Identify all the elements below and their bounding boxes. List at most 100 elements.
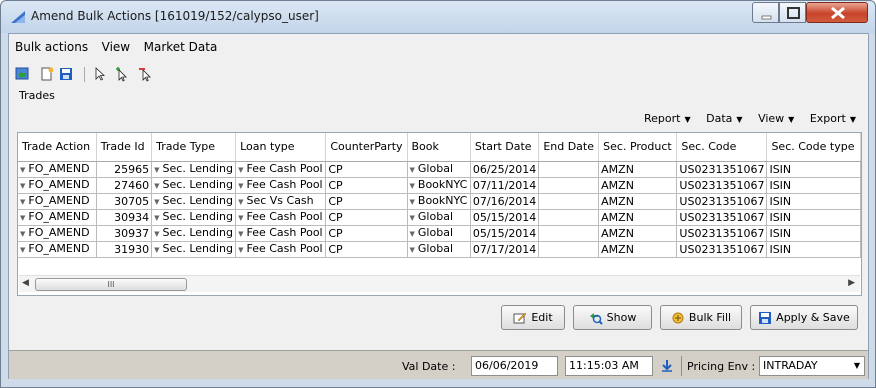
sec-code-type-cell[interactable]: ISIN [766,193,861,210]
sec-product-cell[interactable]: AMZN [598,225,678,242]
add-selection-icon[interactable] [114,66,130,82]
start-date-cell[interactable]: 07/16/2014 [470,193,540,210]
sec-product-cell[interactable]: AMZN [598,161,678,178]
end-date-cell[interactable] [538,225,600,242]
loan-type-cell[interactable]: ▼ Sec Vs Cash [235,193,327,210]
book-cell[interactable]: ▼ Global [407,161,471,178]
sec-code-type-cell[interactable]: ISIN [766,225,861,242]
col-header[interactable]: CounterParty [325,133,408,162]
counterparty-cell[interactable]: CP [325,209,408,226]
col-header[interactable]: Sec. Code [676,133,768,162]
menu-bulk-actions[interactable]: Bulk actions [15,40,88,54]
sec-code-type-cell[interactable]: ISIN [766,209,861,226]
end-date-cell[interactable] [538,209,600,226]
sec-code-cell[interactable]: US0231351067 [676,177,768,194]
sec-code-cell[interactable]: US0231351067 [676,193,768,210]
start-date-cell[interactable]: 06/25/2014 [470,161,540,178]
col-header[interactable]: Loan type [235,133,327,162]
trade-type-cell[interactable]: ▼ Sec. Lending [151,241,237,258]
book-cell[interactable]: ▼ Global [407,241,471,258]
counterparty-cell[interactable]: CP [325,177,408,194]
pricing-env-select[interactable]: INTRADAY ▼ [759,356,865,376]
download-icon[interactable] [660,359,674,373]
loan-type-cell[interactable]: ▼ Fee Cash Pool [235,225,327,242]
view-menu[interactable]: View ▼ [758,112,794,125]
sec-product-cell[interactable]: AMZN [598,241,678,258]
maximize-button[interactable] [779,2,806,23]
end-date-cell[interactable] [538,193,600,210]
book-cell[interactable]: ▼ BookNYC [407,193,471,210]
trade-action-cell[interactable]: ▼ FO_AMEND [18,193,97,210]
loan-type-cell[interactable]: ▼ Fee Cash Pool [235,241,327,258]
start-date-cell[interactable]: 07/11/2014 [470,177,540,194]
table-row[interactable]: ▼ FO_AMEND 30705 ▼ Sec. Lending ▼ Sec Vs Ca… [18,193,861,210]
trade-type-cell[interactable]: ▼ Sec. Lending [151,161,237,178]
menu-market-data[interactable]: Market Data [144,40,218,54]
table-row[interactable]: ▼ FO_AMEND 27460 ▼ Sec. Lending ▼ Fee Cash … [18,177,861,194]
minimize-button[interactable] [752,2,779,23]
sec-product-cell[interactable]: AMZN [598,209,678,226]
time-field[interactable]: 11:15:03 AM [565,356,653,376]
data-menu[interactable]: Data ▼ [706,112,742,125]
sec-code-cell[interactable]: US0231351067 [676,225,768,242]
table-row[interactable]: ▼ FO_AMEND 25965 ▼ Sec. Lending ▼ Fee Cash … [18,161,861,178]
start-date-cell[interactable]: 07/17/2014 [470,241,540,258]
trade-action-cell[interactable]: ▼ FO_AMEND [18,177,97,194]
end-date-cell[interactable] [538,161,600,178]
bulk-fill-button[interactable]: Bulk Fill [660,305,742,330]
col-header[interactable]: Sec. Product [598,133,678,162]
val-date-field[interactable]: 06/06/2019 [471,356,558,376]
scroll-right-arrow-icon[interactable]: ▶ [848,278,855,288]
show-button[interactable]: Show [573,305,652,330]
loan-type-cell[interactable]: ▼ Fee Cash Pool [235,209,327,226]
title-bar[interactable]: Amend Bulk Actions [161019/152/calypso_u… [1,1,875,33]
counterparty-cell[interactable]: CP [325,161,408,178]
scroll-left-arrow-icon[interactable]: ◀ [22,278,29,288]
scrollbar-thumb[interactable]: III [35,278,187,291]
col-header[interactable]: Trade Type [151,133,237,162]
sec-code-cell[interactable]: US0231351067 [676,161,768,178]
col-header[interactable]: Sec. Code type [766,133,861,162]
table-row[interactable]: ▼ FO_AMEND 30937 ▼ Sec. Lending ▼ Fee Cash … [18,225,861,242]
col-header[interactable]: Start Date [470,133,540,162]
close-button[interactable] [806,2,868,23]
end-date-cell[interactable] [538,177,600,194]
sec-product-cell[interactable]: AMZN [598,177,678,194]
menu-view[interactable]: View [102,40,130,54]
load-trades-icon[interactable] [14,66,30,82]
sec-product-cell[interactable]: AMZN [598,193,678,210]
trade-action-cell[interactable]: ▼ FO_AMEND [18,209,97,226]
trade-action-cell[interactable]: ▼ FO_AMEND [18,241,97,258]
apply-save-button[interactable]: Apply & Save [750,305,858,330]
counterparty-cell[interactable]: CP [325,225,408,242]
sec-code-type-cell[interactable]: ISIN [766,241,861,258]
new-document-icon[interactable] [39,66,55,82]
start-date-cell[interactable]: 05/15/2014 [470,209,540,226]
book-cell[interactable]: ▼ Global [407,209,471,226]
col-header[interactable]: Trade Action [18,133,97,162]
trade-type-cell[interactable]: ▼ Sec. Lending [151,225,237,242]
start-date-cell[interactable]: 05/15/2014 [470,225,540,242]
book-cell[interactable]: ▼ Global [407,225,471,242]
counterparty-cell[interactable]: CP [325,193,408,210]
col-header[interactable]: Book [407,133,471,162]
sec-code-cell[interactable]: US0231351067 [676,209,768,226]
trade-type-cell[interactable]: ▼ Sec. Lending [151,209,237,226]
trade-type-cell[interactable]: ▼ Sec. Lending [151,193,237,210]
loan-type-cell[interactable]: ▼ Fee Cash Pool [235,161,327,178]
sec-code-type-cell[interactable]: ISIN [766,161,861,178]
select-cursor-icon[interactable] [92,66,108,82]
book-cell[interactable]: ▼ BookNYC [407,177,471,194]
edit-button[interactable]: Edit [501,305,565,330]
table-row[interactable]: ▼ FO_AMEND 30934 ▼ Sec. Lending ▼ Fee Cash … [18,209,861,226]
trade-action-cell[interactable]: ▼ FO_AMEND [18,161,97,178]
report-menu[interactable]: Report ▼ [644,112,691,125]
table-row[interactable]: ▼ FO_AMEND 31930 ▼ Sec. Lending ▼ Fee Cash … [18,241,861,258]
counterparty-cell[interactable]: CP [325,241,408,258]
trade-type-cell[interactable]: ▼ Sec. Lending [151,177,237,194]
horizontal-scrollbar[interactable]: ◀ III ▶ [19,275,860,292]
col-header[interactable]: Trade Id [96,133,153,162]
remove-selection-icon[interactable] [138,66,154,82]
save-icon[interactable] [58,66,74,82]
export-menu[interactable]: Export ▼ [810,112,856,125]
